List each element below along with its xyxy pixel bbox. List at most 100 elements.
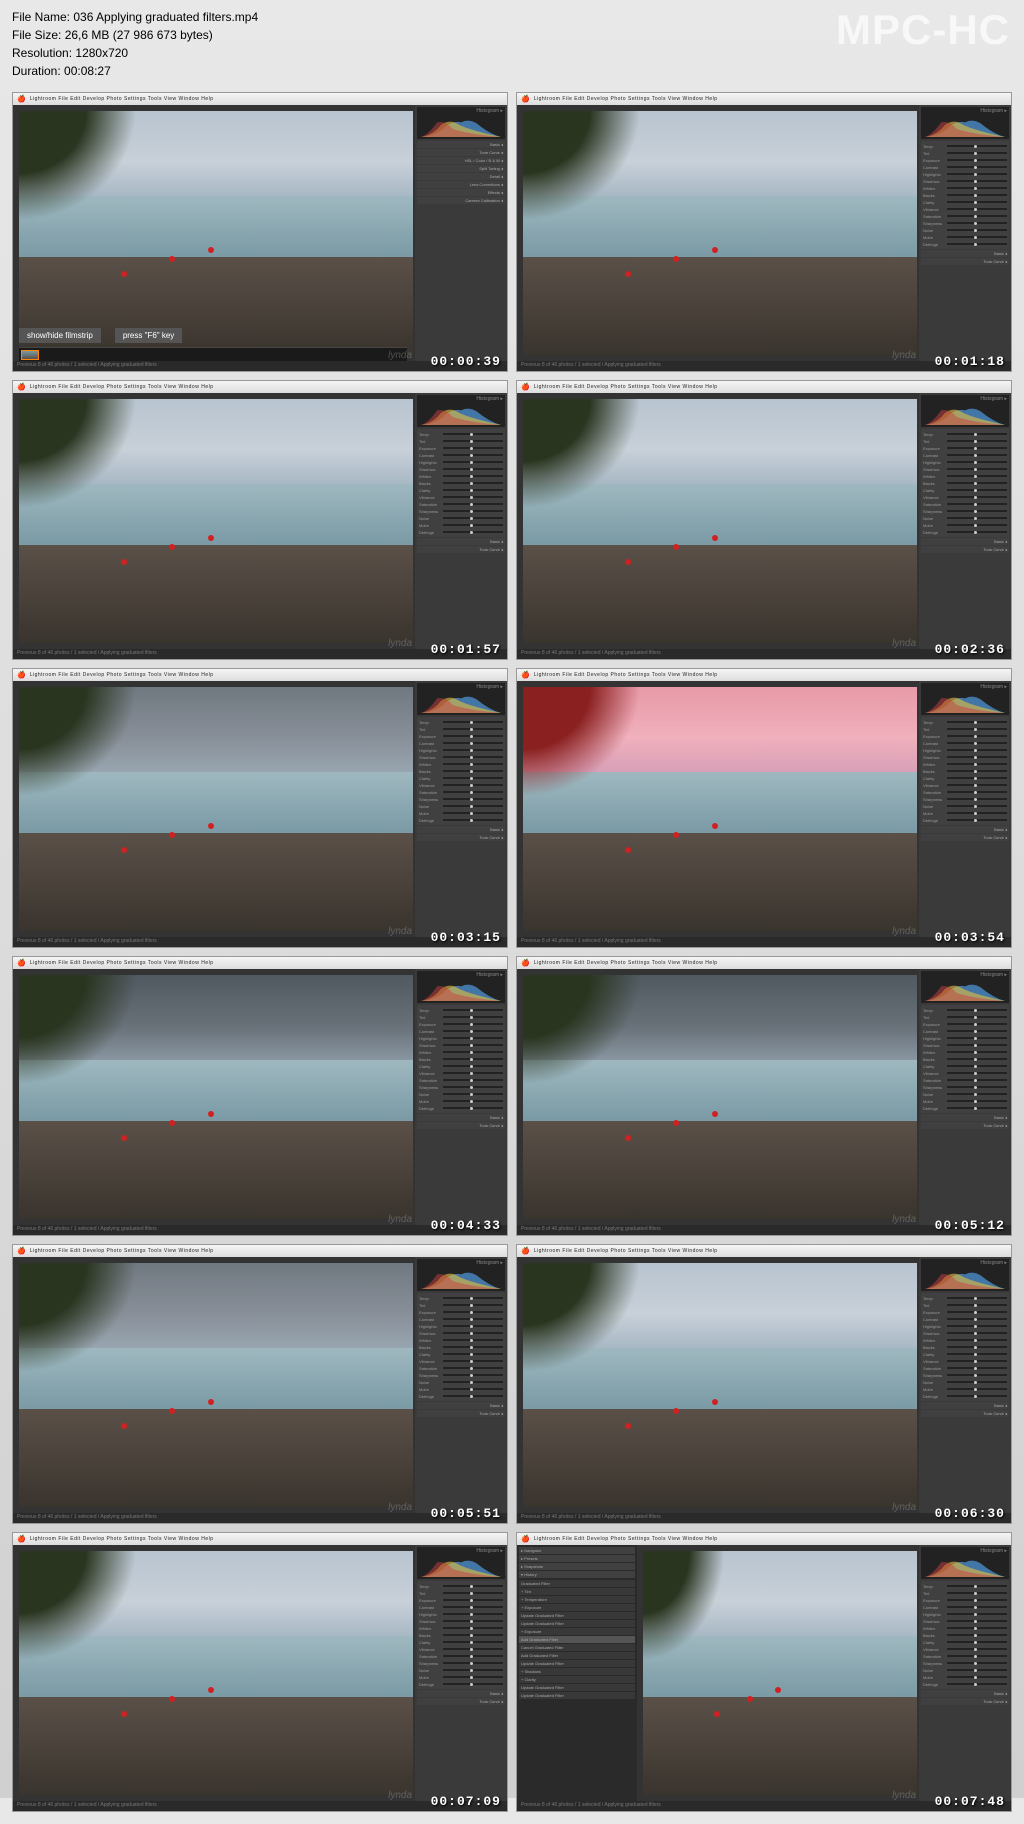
panel-tonecurve[interactable]: Tone Curve ◂ [921, 258, 1009, 265]
slider-track[interactable] [443, 1627, 503, 1629]
slider-track[interactable] [443, 433, 503, 435]
slider-track[interactable] [947, 440, 1007, 442]
slider-handle[interactable] [974, 1304, 977, 1307]
slider-handle[interactable] [974, 1037, 977, 1040]
slider-handle[interactable] [974, 1009, 977, 1012]
slider-track[interactable] [947, 524, 1007, 526]
slider-track[interactable] [947, 1009, 1007, 1011]
snapshots-header[interactable]: ▸ Snapshots [519, 1563, 635, 1570]
slider-handle[interactable] [974, 1339, 977, 1342]
slider-handle[interactable] [470, 1325, 473, 1328]
slider-track[interactable] [443, 735, 503, 737]
slider-handle[interactable] [974, 784, 977, 787]
slider-track[interactable] [443, 1669, 503, 1671]
slider-handle[interactable] [470, 1388, 473, 1391]
apple-icon[interactable]: 🍎 [17, 95, 26, 103]
panel-split[interactable]: Split Toning ◂ [417, 165, 505, 172]
slider-track[interactable] [443, 791, 503, 793]
slider-handle[interactable] [470, 1058, 473, 1061]
slider-handle[interactable] [974, 1016, 977, 1019]
slider-handle[interactable] [974, 1620, 977, 1623]
slider-track[interactable] [947, 1016, 1007, 1018]
video-thumbnail[interactable]: 🍎 Lightroom File Edit Develop Photo Sett… [516, 956, 1012, 1236]
slider-track[interactable] [443, 454, 503, 456]
slider-track[interactable] [947, 166, 1007, 168]
slider-handle[interactable] [974, 1079, 977, 1082]
panel-basic[interactable]: Basic ◂ [921, 1402, 1009, 1409]
slider-track[interactable] [947, 1627, 1007, 1629]
slider-handle[interactable] [974, 180, 977, 183]
history-item[interactable]: Update Graduated Filter [519, 1684, 635, 1691]
slider-track[interactable] [443, 812, 503, 814]
slider-track[interactable] [443, 1318, 503, 1320]
slider-handle[interactable] [974, 1065, 977, 1068]
slider-track[interactable] [443, 1009, 503, 1011]
slider-handle[interactable] [470, 1311, 473, 1314]
slider-handle[interactable] [470, 1655, 473, 1658]
slider-handle[interactable] [974, 1599, 977, 1602]
slider-track[interactable] [947, 222, 1007, 224]
slider-handle[interactable] [470, 784, 473, 787]
slider-handle[interactable] [470, 1009, 473, 1012]
slider-handle[interactable] [470, 1051, 473, 1054]
history-header[interactable]: ▾ History [519, 1571, 635, 1578]
slider-handle[interactable] [470, 721, 473, 724]
slider-track[interactable] [947, 721, 1007, 723]
slider-track[interactable] [947, 215, 1007, 217]
apple-icon[interactable]: 🍎 [17, 1535, 26, 1543]
slider-handle[interactable] [974, 1100, 977, 1103]
slider-track[interactable] [947, 208, 1007, 210]
slider-track[interactable] [947, 1367, 1007, 1369]
panel-basic[interactable]: Basic ◂ [921, 1114, 1009, 1121]
slider-track[interactable] [947, 1023, 1007, 1025]
video-thumbnail[interactable]: 🍎 Lightroom File Edit Develop Photo Sett… [516, 1244, 1012, 1524]
slider-track[interactable] [947, 1079, 1007, 1081]
slider-handle[interactable] [974, 1325, 977, 1328]
slider-track[interactable] [443, 756, 503, 758]
slider-handle[interactable] [974, 1606, 977, 1609]
slider-handle[interactable] [974, 236, 977, 239]
slider-track[interactable] [443, 805, 503, 807]
slider-handle[interactable] [470, 489, 473, 492]
history-item[interactable]: + Exposure [519, 1628, 635, 1635]
slider-handle[interactable] [470, 1318, 473, 1321]
slider-track[interactable] [443, 482, 503, 484]
apple-icon[interactable]: 🍎 [521, 1535, 530, 1543]
slider-track[interactable] [947, 482, 1007, 484]
video-thumbnail[interactable]: 🍎 Lightroom File Edit Develop Photo Sett… [516, 1532, 1012, 1812]
slider-handle[interactable] [470, 1634, 473, 1637]
panel-tonecurve[interactable]: Tone Curve ◂ [921, 1122, 1009, 1129]
slider-track[interactable] [947, 819, 1007, 821]
slider-track[interactable] [947, 1065, 1007, 1067]
video-thumbnail[interactable]: 🍎 Lightroom File Edit Develop Photo Sett… [12, 1532, 508, 1812]
slider-handle[interactable] [974, 1332, 977, 1335]
slider-handle[interactable] [470, 1676, 473, 1679]
photo-preview[interactable] [19, 1551, 413, 1795]
slider-handle[interactable] [974, 1367, 977, 1370]
slider-track[interactable] [947, 489, 1007, 491]
slider-handle[interactable] [974, 721, 977, 724]
history-item[interactable]: + Clarity [519, 1676, 635, 1683]
video-thumbnail[interactable]: 🍎 Lightroom File Edit Develop Photo Sett… [12, 380, 508, 660]
history-item[interactable]: Graduated Filter [519, 1580, 635, 1587]
slider-track[interactable] [443, 1353, 503, 1355]
slider-handle[interactable] [470, 735, 473, 738]
apple-icon[interactable]: 🍎 [521, 95, 530, 103]
slider-track[interactable] [947, 1037, 1007, 1039]
slider-track[interactable] [443, 1304, 503, 1306]
panel-basic[interactable]: Basic ◂ [417, 1114, 505, 1121]
slider-handle[interactable] [470, 440, 473, 443]
slider-track[interactable] [443, 1023, 503, 1025]
slider-track[interactable] [947, 1093, 1007, 1095]
slider-track[interactable] [947, 1599, 1007, 1601]
menu-items[interactable]: Lightroom File Edit Develop Photo Settin… [30, 672, 214, 678]
slider-track[interactable] [947, 812, 1007, 814]
slider-track[interactable] [443, 1325, 503, 1327]
slider-handle[interactable] [470, 475, 473, 478]
video-thumbnail[interactable]: 🍎 Lightroom File Edit Develop Photo Sett… [12, 668, 508, 948]
slider-track[interactable] [443, 461, 503, 463]
slider-track[interactable] [443, 496, 503, 498]
slider-handle[interactable] [974, 1395, 977, 1398]
slider-track[interactable] [443, 517, 503, 519]
slider-track[interactable] [947, 1297, 1007, 1299]
